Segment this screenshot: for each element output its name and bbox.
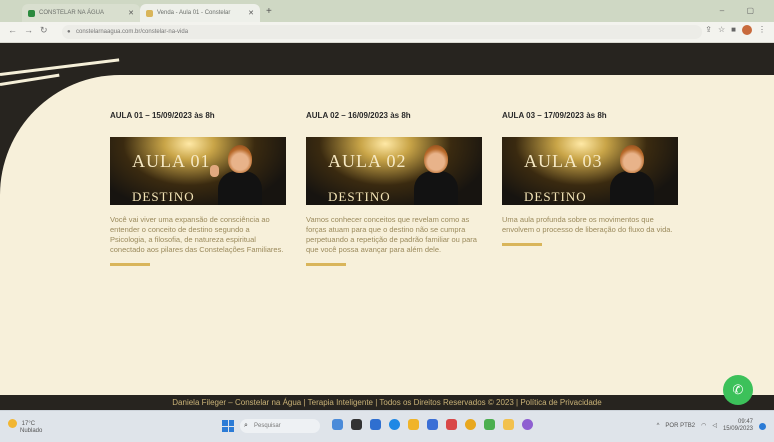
clock-time: 09:47 [737, 419, 753, 425]
app-icon[interactable] [370, 419, 381, 430]
forward-icon[interactable]: → [24, 25, 33, 35]
url-text: constelarnaagua.com.br/constelar-na-vida [76, 29, 189, 35]
folder-icon[interactable] [408, 419, 419, 430]
browser-toolbar: ← → ↻ ● constelarnaagua.com.br/constelar… [0, 22, 774, 43]
thumbnail-title: AULA 03 [524, 151, 603, 171]
lesson-description: Vamos conhecer conceitos que revelam com… [306, 215, 477, 254]
weather-desc: Nublado [20, 428, 43, 435]
language-indicator[interactable]: POR PTB2 [665, 423, 695, 430]
lesson-heading: AULA 03 – 17/09/2023 às 8h [502, 111, 607, 120]
clock-date: 15/09/2023 [722, 426, 753, 432]
footer-text: Daniela Fileger – Constelar na Água | Te… [172, 398, 602, 407]
wifi-icon[interactable]: ◠ [701, 423, 706, 430]
presenter-photo [412, 143, 460, 205]
menu-kebab-icon[interactable]: ⋮ [758, 25, 766, 35]
site-footer: Daniela Fileger – Constelar na Água | Te… [0, 395, 774, 410]
app-icon[interactable] [484, 419, 495, 430]
web-page: AULA 01 – 15/09/2023 às 8h AULA 01 DESTI… [0, 43, 774, 410]
thumbnail-brand: DESTINO [132, 189, 195, 204]
address-bar[interactable]: ● constelarnaagua.com.br/constelar-na-vi… [62, 25, 702, 39]
lesson-heading: AULA 01 – 15/09/2023 às 8h [110, 111, 215, 120]
weather-widget[interactable]: 17°C Nublado [8, 419, 42, 435]
tab-title: Venda - Aula 01 - Constelar [157, 10, 231, 16]
lesson-thumbnail[interactable]: AULA 01 DESTINO [110, 137, 286, 205]
search-icon: ⌕ [244, 422, 248, 429]
lesson-description: Uma aula profunda sobre os movimentos qu… [502, 215, 673, 234]
share-icon[interactable]: ⇪ [705, 25, 712, 35]
start-button[interactable] [222, 420, 234, 432]
back-icon[interactable]: ← [8, 25, 17, 35]
chrome-icon[interactable] [465, 419, 476, 430]
app-icon[interactable] [503, 419, 514, 430]
lesson-card-1: AULA 01 – 15/09/2023 às 8h AULA 01 DESTI… [110, 111, 286, 266]
lesson-link[interactable] [110, 263, 150, 266]
tray-chevron-icon[interactable]: ^ [657, 423, 660, 430]
presenter-photo [608, 143, 656, 205]
close-tab-icon[interactable]: ✕ [248, 9, 254, 17]
lesson-heading: AULA 02 – 16/09/2023 às 8h [306, 111, 411, 120]
lesson-thumbnail[interactable]: AULA 02 DESTINO [306, 137, 482, 205]
app-icon[interactable] [351, 419, 362, 430]
lock-icon: ● [67, 29, 71, 35]
pinned-apps [332, 419, 533, 430]
lesson-link[interactable] [502, 243, 542, 246]
decorative-stripe [0, 58, 120, 76]
browser-tab-1[interactable]: CONSTELAR NA ÁGUA ✕ [22, 4, 140, 22]
tab-title: CONSTELAR NA ÁGUA [39, 10, 105, 16]
search-placeholder: Pesquisar [254, 423, 281, 429]
decorative-stripe [0, 73, 60, 86]
app-icon[interactable] [522, 419, 533, 430]
extensions-icon[interactable]: ■ [731, 25, 736, 35]
lesson-link[interactable] [306, 263, 346, 266]
os-taskbar: 17°C Nublado ⌕ Pesquisar ^ POR PTB2 ◠ ◁ … [0, 410, 774, 442]
clock[interactable]: 09:47 15/09/2023 [723, 419, 753, 433]
app-icon[interactable] [389, 419, 400, 430]
whatsapp-button[interactable]: ✆ [723, 375, 753, 405]
presenter-photo [210, 143, 264, 205]
tab-favicon-icon [28, 9, 35, 17]
reload-icon[interactable]: ↻ [40, 25, 48, 36]
thumbnail-title: AULA 01 [132, 151, 211, 171]
close-tab-icon[interactable]: ✕ [128, 9, 134, 17]
tab-favicon-icon [146, 9, 153, 17]
lesson-description: Você vai viver uma expansão de consciênc… [110, 215, 284, 254]
new-tab-icon[interactable]: + [266, 6, 272, 17]
browser-tab-2[interactable]: Venda - Aula 01 - Constelar ✕ [140, 4, 260, 22]
weather-sun-icon [8, 419, 17, 428]
bookmark-star-icon[interactable]: ☆ [718, 25, 725, 35]
whatsapp-icon: ✆ [732, 382, 744, 397]
lesson-card-2: AULA 02 – 16/09/2023 às 8h AULA 02 DESTI… [306, 111, 482, 266]
profile-avatar[interactable] [742, 25, 752, 35]
thumbnail-brand: DESTINO [524, 189, 587, 204]
thumbnail-title: AULA 02 [328, 151, 407, 171]
volume-icon[interactable]: ◁ [712, 423, 717, 430]
window-controls[interactable]: – ▢ [720, 6, 764, 15]
lesson-thumbnail[interactable]: AULA 03 DESTINO [502, 137, 678, 205]
weather-temp: 17°C [21, 421, 36, 428]
browser-tab-bar: CONSTELAR NA ÁGUA ✕ Venda - Aula 01 - Co… [0, 0, 774, 22]
lesson-card-3: AULA 03 – 17/09/2023 às 8h AULA 03 DESTI… [502, 111, 678, 246]
app-icon[interactable] [427, 419, 438, 430]
app-icon[interactable] [332, 419, 343, 430]
system-tray: ^ POR PTB2 ◠ ◁ 09:47 15/09/2023 [657, 419, 766, 433]
toolbar-icons: ⇪ ☆ ■ ⋮ [705, 25, 766, 35]
thumbnail-brand: DESTINO [328, 189, 391, 204]
app-icon[interactable] [446, 419, 457, 430]
notification-icon[interactable] [759, 422, 766, 430]
taskbar-search[interactable]: ⌕ Pesquisar [240, 419, 320, 433]
